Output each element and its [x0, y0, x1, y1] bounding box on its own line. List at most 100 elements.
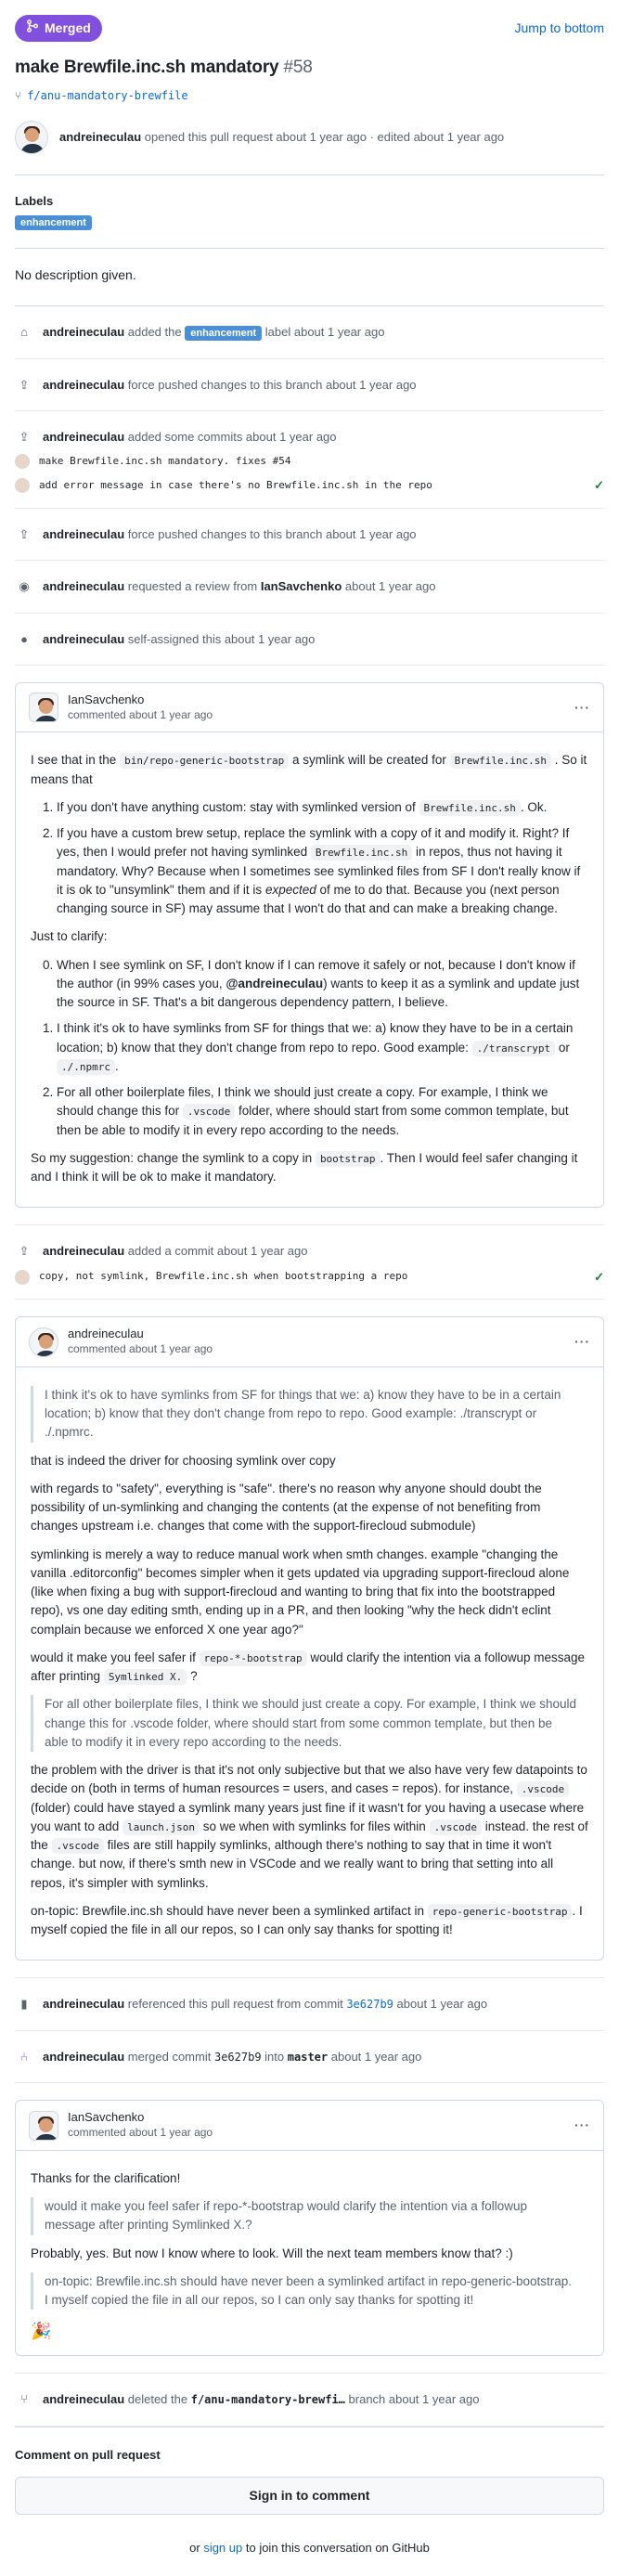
avatar[interactable]: [29, 1327, 58, 1357]
comment-paragraph: on-topic: Brewfile.inc.sh should have ne…: [31, 1903, 583, 1937]
head-branch-link[interactable]: f/anu-mandatory-brewfile: [27, 87, 187, 104]
event-text: branch about 1 year ago: [348, 2392, 480, 2407]
label-enhancement[interactable]: enhancement: [185, 326, 263, 341]
event-user-link[interactable]: andreineculau: [43, 1244, 124, 1258]
comment-author-link[interactable]: IanSavchenko: [68, 693, 565, 708]
event-text: label about 1 year ago: [264, 325, 385, 339]
comment-timestamp[interactable]: commented about 1 year ago: [68, 2126, 565, 2141]
event-user-link[interactable]: andreineculau: [43, 378, 124, 392]
review-request-event: ◉ andreineculau requested a review from …: [15, 561, 604, 614]
kebab-menu-icon[interactable]: ···: [574, 698, 590, 718]
kebab-menu-icon[interactable]: ···: [574, 2116, 590, 2135]
signup-prompt: or sign up to join this conversation on …: [189, 2541, 430, 2556]
repo-push-icon: ⇪: [19, 1244, 30, 1259]
pr-description: No description given.: [15, 249, 604, 306]
blockquote: on-topic: Brewfile.inc.sh should have ne…: [31, 2272, 588, 2311]
commit-avatar[interactable]: [15, 477, 30, 493]
comment-list: When I see symlink on SF, I don't know i…: [31, 956, 588, 1140]
avatar[interactable]: [29, 693, 58, 723]
kebab-menu-icon[interactable]: ···: [574, 1332, 590, 1352]
commit-row: add error message in case there's no Bre…: [15, 476, 604, 495]
eye-icon: ◉: [19, 579, 30, 593]
comment-header: IanSavchenko commented about 1 year ago …: [16, 683, 603, 733]
comment-paragraph: the problem with the driver is that it's…: [31, 1763, 588, 1890]
blockquote: would it make you feel safer if repo-*-b…: [31, 2197, 588, 2235]
blockquote: For all other boilerplate files, I think…: [31, 1695, 588, 1753]
mention-link[interactable]: @andreineculau: [226, 977, 323, 990]
comment-paragraph: symlinking is merely a way to reduce man…: [31, 1547, 570, 1637]
opener-user-link[interactable]: andreineculau: [59, 130, 141, 144]
event-user-link[interactable]: andreineculau: [43, 527, 124, 541]
commit-avatar[interactable]: [15, 1269, 30, 1285]
branch-info: ⑂ f/anu-mandatory-brewfile: [15, 87, 604, 104]
comment-box: andreineculau commented about 1 year ago…: [15, 1316, 604, 1961]
repo-push-icon: ⇪: [19, 430, 30, 444]
commit-message-link[interactable]: make Brewfile.inc.sh mandatory. fixes #5…: [39, 454, 604, 470]
comment-heading: Comment on pull request: [15, 2447, 161, 2462]
event-text: about 1 year ago: [330, 2049, 422, 2064]
party-emoji-reaction[interactable]: 🎉: [31, 2319, 588, 2344]
pr-header-bar: Merged Jump to bottom: [15, 0, 604, 42]
pr-title: make Brewfile.inc.sh mandatory: [15, 58, 279, 77]
comment-header: andreineculau commented about 1 year ago…: [16, 1317, 603, 1367]
commit-row: make Brewfile.inc.sh mandatory. fixes #5…: [15, 453, 604, 470]
event-text: about 1 year ago: [396, 1997, 488, 2012]
event-text: added a commit about 1 year ago: [127, 1244, 308, 1259]
event-user-link[interactable]: andreineculau: [43, 2392, 124, 2406]
avatar[interactable]: [29, 2110, 58, 2141]
self-assign-event: ● andreineculau self-assigned this about…: [15, 614, 604, 666]
repo-push-icon: ⇪: [19, 526, 30, 541]
branch-icon: ⑂: [15, 88, 22, 102]
bookmark-icon: ▮: [20, 1997, 28, 2012]
label-enhancement[interactable]: enhancement: [15, 215, 92, 230]
pr-opened-line: andreineculau opened this pull request a…: [15, 120, 604, 175]
repo-push-icon: ⇪: [19, 377, 30, 392]
avatar[interactable]: [15, 120, 48, 154]
comment-body: I think it's ok to have symlinks from SF…: [16, 1367, 603, 1961]
comment-author-link[interactable]: IanSavchenko: [68, 2110, 565, 2126]
comment-paragraph: Probably, yes. But now I know where to l…: [31, 2246, 513, 2260]
check-icon[interactable]: ✓: [594, 1268, 604, 1287]
list-item: When I see symlink on SF, I don't know i…: [57, 956, 588, 1013]
commits-event: ⇪ andreineculau added some commits about…: [15, 411, 604, 509]
list-item: If you have a custom brew setup, replace…: [57, 824, 588, 918]
sign-up-link[interactable]: sign up: [203, 2541, 242, 2555]
commit-sha-link[interactable]: 3e627b9: [346, 1998, 393, 2011]
comment-paragraph: Just to clarify:: [31, 929, 108, 944]
force-push-event: ⇪ andreineculau force pushed changes to …: [15, 509, 604, 561]
commit-sha-link[interactable]: 3e627b9: [214, 2051, 262, 2064]
blockquote: I think it's ok to have symlinks from SF…: [31, 1385, 588, 1443]
jump-to-bottom-link[interactable]: Jump to bottom: [515, 19, 605, 38]
commit-message-link[interactable]: copy, not symlink, Brewfile.inc.sh when …: [39, 1269, 585, 1285]
comment-timestamp[interactable]: commented about 1 year ago: [68, 1342, 565, 1357]
comment-author-link[interactable]: andreineculau: [68, 1327, 565, 1342]
event-text: merged commit: [127, 2049, 212, 2064]
event-user-link[interactable]: andreineculau: [43, 632, 124, 646]
event-user-link[interactable]: andreineculau: [43, 1997, 124, 2011]
event-user-link[interactable]: andreineculau: [43, 2050, 124, 2064]
label-event: ⌂ andreineculau added the enhancement la…: [15, 306, 604, 359]
base-branch-link[interactable]: master: [288, 2051, 328, 2064]
comment-body: Thanks for the clarification! would it m…: [16, 2151, 603, 2356]
check-icon[interactable]: ✓: [594, 476, 604, 495]
event-text: self-assigned this about 1 year ago: [127, 631, 316, 646]
reference-event: ▮ andreineculau referenced this pull req…: [15, 1977, 604, 2031]
comment-paragraph: with regards to "safety", everything is …: [31, 1481, 542, 1534]
merged-badge: Merged: [15, 15, 102, 42]
sign-in-button[interactable]: Sign in to comment: [15, 2477, 604, 2516]
list-item: I think it's ok to have symlinks from SF…: [57, 1019, 588, 1076]
comment-box: IanSavchenko commented about 1 year ago …: [15, 2100, 604, 2357]
event-user-link[interactable]: andreineculau: [43, 325, 124, 339]
labels-section: Labels enhancement: [15, 175, 604, 249]
comment-box: IanSavchenko commented about 1 year ago …: [15, 682, 604, 1209]
comment-paragraph: I see that in the bin/repo-generic-boots…: [31, 753, 587, 786]
reviewer-link[interactable]: IanSavchenko: [261, 579, 342, 593]
merge-icon: [26, 19, 39, 38]
deleted-branch-name: f/anu-mandatory-brewfi…: [190, 2393, 345, 2407]
commit-avatar[interactable]: [15, 453, 30, 469]
commit-message-link[interactable]: add error message in case there's no Bre…: [39, 478, 585, 494]
merge-icon: ⑃: [20, 2049, 28, 2064]
comment-timestamp[interactable]: commented about 1 year ago: [68, 708, 565, 723]
event-user-link[interactable]: andreineculau: [43, 430, 124, 444]
event-user-link[interactable]: andreineculau: [43, 579, 124, 593]
